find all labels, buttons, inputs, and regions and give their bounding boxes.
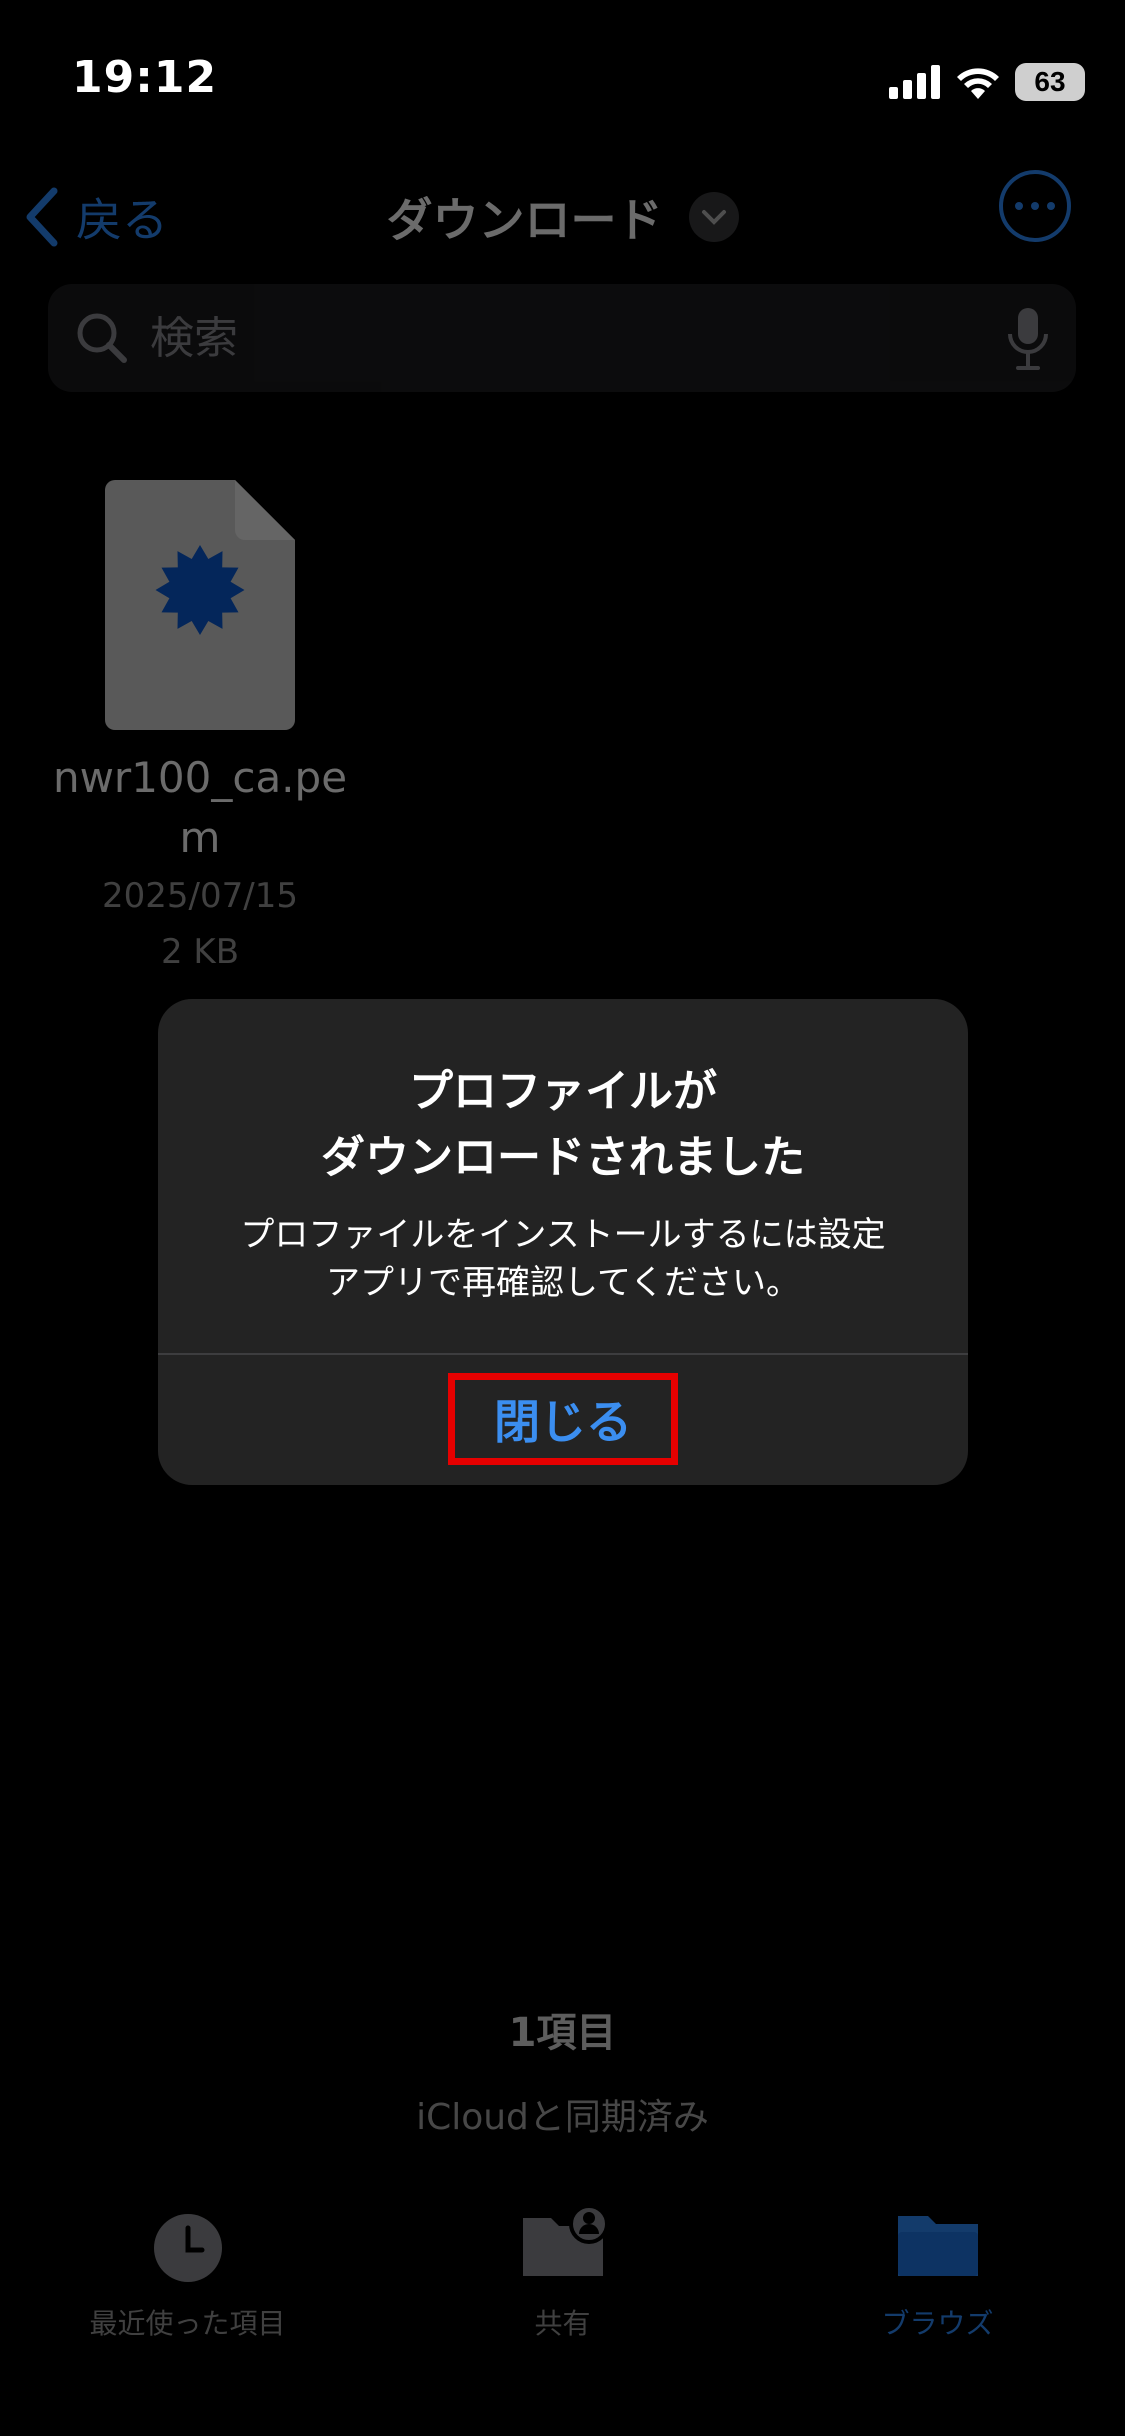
tab-bar: 最近使った項目 共有 ブラウズ	[0, 2190, 1125, 2436]
tab-label: 最近使った項目	[89, 2307, 286, 2340]
file-date: 2025/07/15	[102, 876, 298, 916]
search-icon	[77, 313, 127, 363]
file-size: 2 KB	[160, 932, 240, 972]
shared-folder-icon	[522, 2204, 609, 2276]
alert-message: プロファイルをインストールするには設定 アプリで再確認してください。	[240, 1215, 886, 1303]
close-button[interactable]: 閉じる	[448, 1373, 678, 1465]
certificate-file-icon	[105, 480, 295, 730]
tab-label: 共有	[534, 2307, 591, 2340]
tab-recents[interactable]: 最近使った項目	[0, 2190, 375, 2436]
chevron-down-icon[interactable]	[688, 192, 739, 242]
more-dot-icon	[1015, 202, 1023, 210]
alert-divider	[158, 1353, 968, 1355]
tab-label: ブラウズ	[881, 2307, 994, 2340]
more-dot-icon	[1047, 202, 1055, 210]
more-options-button[interactable]	[999, 170, 1071, 242]
search-input[interactable]	[148, 311, 972, 365]
tab-shared[interactable]: 共有	[375, 2190, 750, 2436]
navigation-bar: 戻る ダウンロード	[0, 170, 1125, 260]
file-item[interactable]: nwr100_ca.pem 2025/07/15 2 KB	[40, 480, 360, 980]
profile-downloaded-alert: プロファイルが ダウンロードされました プロファイルをインストールするには設定 …	[158, 999, 968, 1485]
page-title: ダウンロード	[386, 193, 663, 247]
microphone-icon[interactable]	[1006, 306, 1050, 372]
nav-title-group[interactable]: ダウンロード	[0, 184, 1125, 250]
file-name: nwr100_ca.pem	[52, 753, 348, 862]
folder-icon	[897, 2216, 978, 2276]
sync-status: iCloudと同期済み	[416, 2097, 709, 2138]
more-dot-icon	[1031, 202, 1039, 210]
search-bar[interactable]	[48, 284, 1076, 392]
alert-title: プロファイルが ダウンロードされました	[321, 1066, 805, 1183]
folder-summary: 1項目 iCloudと同期済み	[0, 2000, 1125, 2140]
clock-icon	[153, 2214, 222, 2282]
tab-browse[interactable]: ブラウズ	[750, 2190, 1125, 2436]
item-count: 1項目	[508, 2010, 617, 2056]
